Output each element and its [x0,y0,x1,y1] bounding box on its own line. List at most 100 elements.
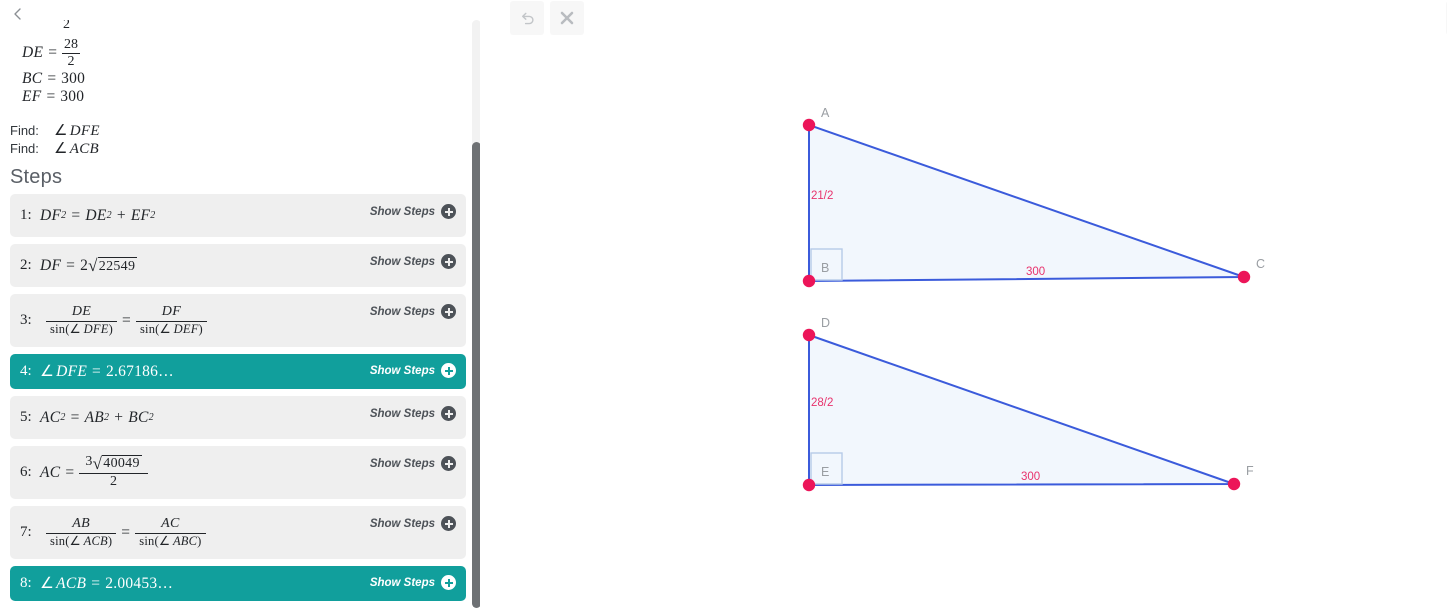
given-ef-value: 300 [60,88,85,106]
sin-function: sin [139,533,155,548]
step7-right-ratio: AC sin(∠ ABC) [135,516,206,548]
step-number: 5: [20,409,32,425]
show-steps-label: Show Steps [369,305,435,318]
step-row-5[interactable]: 5: AC 2 = AB 2 + BC 2 Show Steps [10,396,466,439]
step6-numerator: 3 √ 40049 [79,454,147,473]
step7-right-angle: ABC [172,533,198,548]
step-row-6[interactable]: 6: AC = 3 √ 40049 2 Show Steps [10,446,466,499]
radical-symbol: √ [88,255,98,275]
step3-left-denominator: sin(∠ DFE) [50,321,113,336]
show-steps-button-5[interactable]: Show Steps [370,406,456,421]
step-row-1[interactable]: 1: DF 2 = DE 2 + EF 2 Show Steps [10,194,466,237]
plus-circle-icon [441,456,456,471]
step-number: 7: [20,524,32,540]
show-steps-label: Show Steps [369,364,435,377]
vertex-point-d[interactable] [802,328,816,342]
step3-left-ratio: DE sin(∠ DFE) [46,304,117,336]
step2-equals: = [66,256,76,274]
measure-label-triangle-abc-bc[interactable]: 300 [1026,266,1045,278]
plus-circle-icon [441,575,456,590]
step1-plus: + [116,206,126,224]
find-expression-dfe: ∠ DFE [54,121,100,140]
given-bc-lhs: BC [22,70,43,88]
given-de-equals: = [48,44,58,62]
measure-label-triangle-abc-ab[interactable]: 21/2 [811,190,833,202]
given-de-lhs: DE [22,44,44,62]
sidebar-scroll-region: 2 DE = 28 2 BC = 300 EF = 300 Find: ∠ DF… [0,0,470,608]
show-steps-label: Show Steps [369,205,435,218]
step3-right-denominator: sin(∠ DEF) [139,321,203,336]
step7-left-denominator: sin(∠ ACB) [50,533,113,548]
plus-circle-icon [441,516,456,531]
step-row-3[interactable]: 3: DE sin(∠ DFE) = DF sin(∠ DEF) Show St… [10,294,466,347]
angle-symbol: ∠ [40,363,55,380]
vertex-label-f: F [1246,464,1254,478]
vertex-point-e[interactable] [802,478,816,492]
step2-radicand: 22549 [97,256,138,274]
step7-left-ratio: AB sin(∠ ACB) [46,516,117,548]
step-expression-6: AC = 3 √ 40049 2 [40,454,148,490]
step-row-8[interactable]: 8: ∠ ACB = 2.00453… Show Steps [10,566,466,601]
step-row-4[interactable]: 4: ∠ DFE = 2.67186… Show Steps [10,354,466,389]
steps-list: 1: DF 2 = DE 2 + EF 2 Show Steps 2: DF = 2 √ 22549 … [10,194,466,608]
step5-term-a: AB [84,408,104,426]
triangle-abc-body[interactable] [808,124,1245,282]
step3-equals: = [121,311,131,329]
step7-right-numerator: AC [161,516,180,532]
triangle-abc: A B C 21/2 300 [802,106,1265,288]
measure-label-triangle-def-de[interactable]: 28/2 [811,397,833,409]
vertex-point-f[interactable] [1227,477,1241,491]
plus-circle-icon [441,406,456,421]
show-steps-label: Show Steps [369,255,435,268]
geometry-canvas-area: Segments & Points Triangle Quadrilateral… [480,0,1447,608]
sin-function: sin [50,533,66,548]
measure-label-triangle-def-ef[interactable]: 300 [1021,471,1040,483]
angle-symbol: ∠ [40,575,55,592]
vertex-label-c: C [1256,257,1265,271]
step3-left-angle: DFE [83,321,109,336]
geometry-figures: A B C 21/2 300 D E F 28/2 300 [802,106,1265,492]
step-expression-2: DF = 2 √ 22549 [40,255,138,275]
step7-right-denominator: sin(∠ ABC) [139,533,202,548]
show-steps-button-3[interactable]: Show Steps [370,304,456,319]
plus-circle-icon [441,363,456,378]
given-ef-lhs: EF [22,88,42,106]
show-steps-button-6[interactable]: Show Steps [370,456,456,471]
show-steps-label: Show Steps [369,457,435,470]
vertex-point-b[interactable] [802,274,816,288]
step-row-7[interactable]: 7: AB sin(∠ ACB) = AC sin(∠ ABC) Show St… [10,506,466,559]
scrollbar-thumb[interactable] [472,142,480,608]
find-expression-acb: ∠ ACB [54,139,99,158]
step3-left-numerator: DE [71,304,92,320]
step-number: 3: [20,312,32,328]
angle-symbol: ∠ [54,141,68,157]
step6-denominator: 2 [109,474,118,490]
show-steps-button-8[interactable]: Show Steps [370,575,456,590]
step-expression-1: DF 2 = DE 2 + EF 2 [40,206,156,224]
find-label: Find: [10,123,39,138]
step5-term-b: BC [128,408,149,426]
step3-right-numerator: DF [161,304,182,320]
triangle-def-body[interactable] [808,334,1235,486]
show-steps-button-2[interactable]: Show Steps [370,254,456,269]
show-steps-button-1[interactable]: Show Steps [370,204,456,219]
vertex-point-c[interactable] [1237,270,1251,284]
vertex-point-a[interactable] [802,118,816,132]
vertex-label-a: A [821,106,830,120]
given-de-numerator: 28 [64,36,79,52]
step8-equals: = [91,574,101,592]
vertex-label-e: E [821,465,829,479]
show-steps-button-7[interactable]: Show Steps [370,516,456,531]
step-number: 2: [20,257,32,273]
step3-right-angle: DEF [173,321,199,336]
angle-symbol: ∠ [54,123,68,139]
step-number: 1: [20,207,32,223]
plus-circle-icon [441,304,456,319]
square-root-icon: √ 22549 [88,255,138,275]
solution-sidebar: 2 DE = 28 2 BC = 300 EF = 300 Find: ∠ DF… [0,0,480,608]
find-angle-name: ACB [69,141,99,157]
show-steps-label: Show Steps [369,576,435,589]
show-steps-button-4[interactable]: Show Steps [370,363,456,378]
step-row-2[interactable]: 2: DF = 2 √ 22549 Show Steps [10,244,466,287]
step1-lhs: DF [40,206,62,224]
